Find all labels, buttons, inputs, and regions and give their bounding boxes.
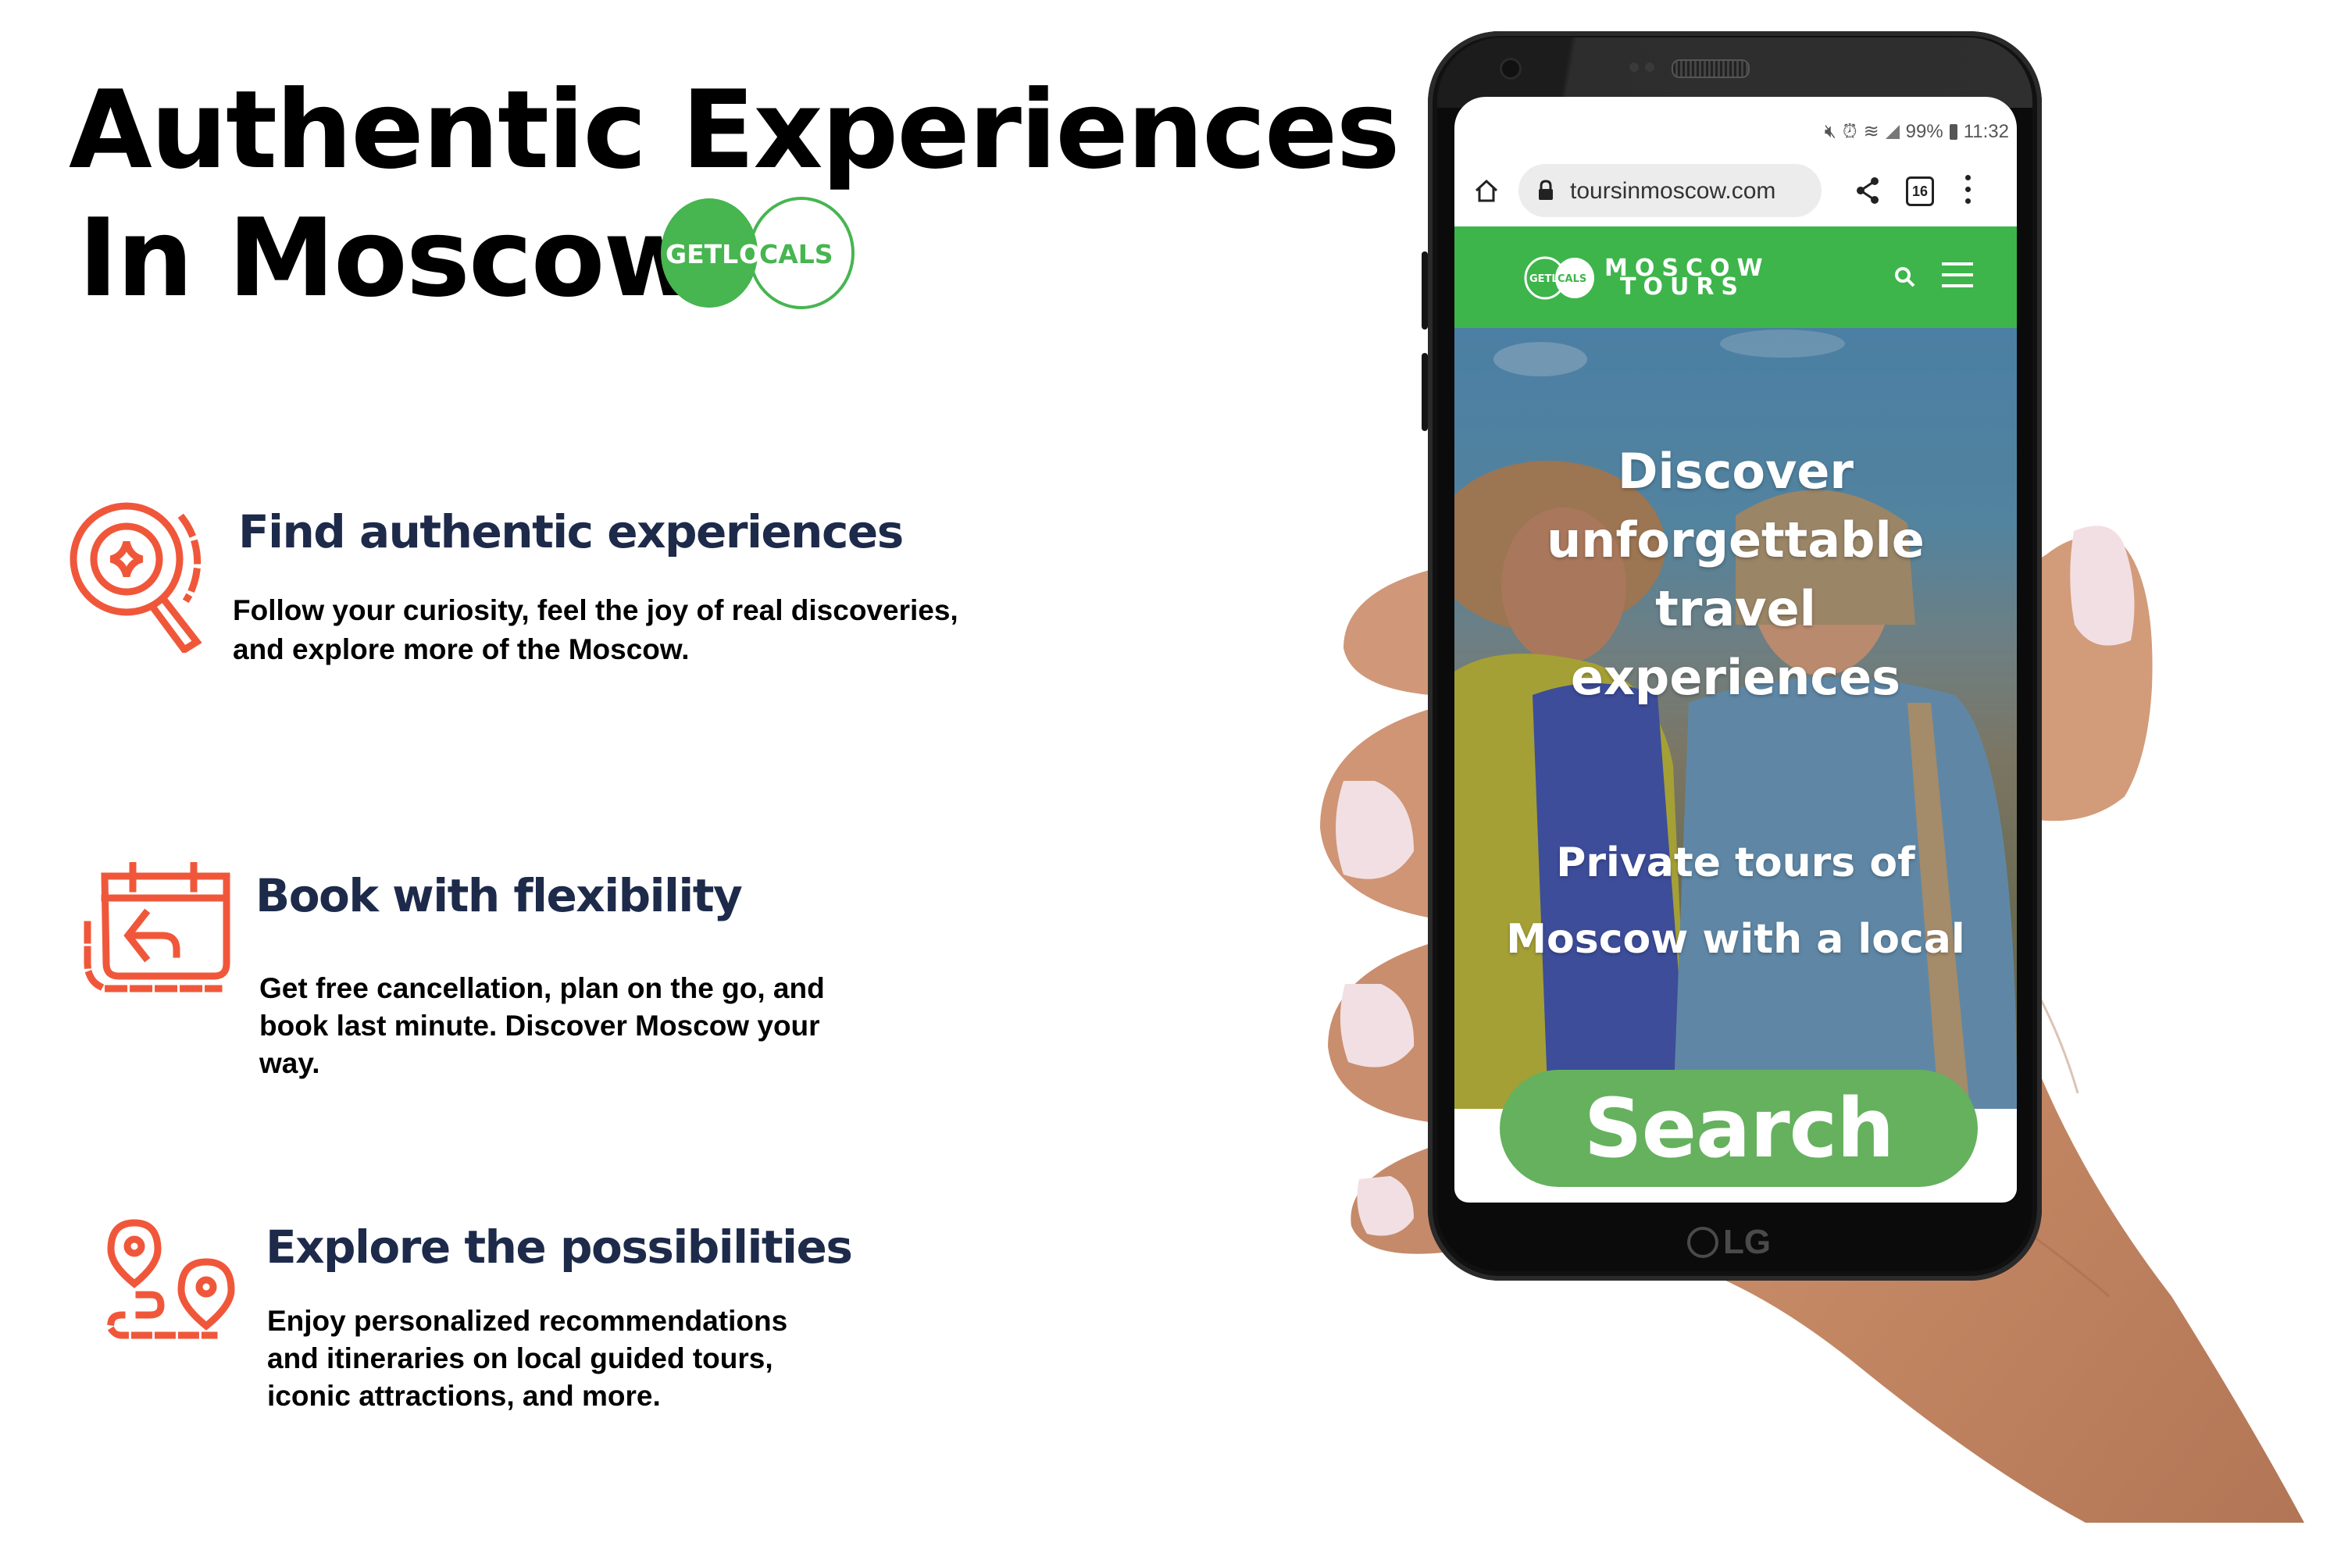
feature-body-line: Follow your curiosity, feel the joy of r… [233, 594, 958, 626]
feature-body-line: book last minute. Discover Moscow your [259, 1010, 820, 1042]
hero-title-line: unforgettable [1547, 511, 1925, 568]
site-header: GETL CALS MOSCOW TOURS [1454, 226, 2017, 328]
site-brand-line2: TOURS [1620, 273, 1746, 301]
svg-text:GETL: GETL [1529, 273, 1558, 285]
feature-heading: Book with flexibility [255, 869, 743, 922]
logo-text-mid: O [739, 239, 761, 269]
hero-banner: Discover unforgettable travel experience… [1454, 328, 2017, 1109]
feature-body-line: way. [259, 1047, 320, 1079]
feature-body-line: and itineraries on local guided tours, [267, 1342, 773, 1374]
signal-icon [1885, 124, 1900, 139]
page-title-line1: Authentic Experiences [69, 67, 1401, 193]
browser-toolbar: toursinmoscow.com 16 [1454, 155, 2017, 225]
tab-count-button[interactable]: 16 [1906, 176, 1934, 206]
feature-body-line: iconic attractions, and more. [267, 1380, 661, 1412]
url-text: toursinmoscow.com [1570, 178, 1776, 204]
lg-brand-logo: LG [1687, 1223, 1771, 1262]
site-logo[interactable]: GETL CALS [1523, 256, 1597, 300]
more-menu-icon[interactable] [1965, 175, 1972, 206]
sensor-icon [1629, 62, 1639, 72]
calendar-undo-icon [84, 862, 230, 992]
feature-heading: Explore the possibilities [266, 1221, 853, 1274]
status-bar: 🔇︎ ⏰︎ ≋ 99% 11:32 [1825, 120, 2009, 143]
front-camera-icon [1500, 58, 1522, 80]
wifi-icon: ≋ [1863, 121, 1879, 142]
battery-level: 99% [1905, 120, 1943, 142]
search-icon[interactable] [1893, 265, 1917, 289]
map-pins-route-icon [107, 1219, 235, 1339]
feature-body-line: Enjoy personalized recommendations [267, 1305, 788, 1337]
getlocals-logo: GETL O CALS [655, 195, 859, 311]
mute-icon: 🔇︎ [1824, 120, 1836, 142]
hamburger-menu-icon[interactable] [1942, 262, 1973, 289]
clock: 11:32 [1963, 120, 2009, 142]
battery-icon [1949, 123, 1957, 140]
volume-down-button [1422, 353, 1428, 431]
logo-text-left: GETL [666, 239, 738, 269]
hero-subtitle: Private tours of Moscow with a local [1454, 825, 2017, 978]
feature-body-line: Get free cancellation, plan on the go, a… [259, 972, 825, 1004]
hero-title-line: travel [1655, 580, 1816, 637]
phone-screen: 🔇︎ ⏰︎ ≋ 99% 11:32 toursinmoscow.com 16 G… [1454, 97, 2017, 1203]
feature-body-line: and explore more of the Moscow. [233, 633, 690, 665]
search-button[interactable]: Search [1500, 1070, 1978, 1187]
hero-title-line: Discover [1617, 443, 1854, 500]
hero-title-line: experiences [1570, 649, 1901, 706]
hero-title: Discover unforgettable travel experience… [1454, 437, 2017, 712]
page-title-line2: In Moscow [78, 195, 703, 321]
lg-logo-icon [1687, 1227, 1718, 1258]
lg-brand-text: LG [1723, 1223, 1772, 1261]
volume-up-button [1422, 251, 1428, 330]
lock-icon [1539, 180, 1553, 200]
svg-text:CALS: CALS [1558, 273, 1586, 285]
hero-subtitle-line: Moscow with a local [1506, 916, 1965, 963]
earpiece-speaker-icon [1672, 59, 1750, 78]
search-sparkle-icon [70, 502, 202, 653]
share-icon[interactable] [1854, 176, 1881, 205]
sensor-icon [1645, 62, 1654, 72]
home-icon[interactable] [1473, 178, 1500, 203]
feature-heading: Find authentic experiences [238, 505, 904, 558]
alarm-icon: ⏰︎ [1842, 120, 1857, 142]
address-bar[interactable]: toursinmoscow.com [1518, 164, 1822, 217]
hero-subtitle-line: Private tours of [1556, 839, 1915, 886]
logo-text-right: CALS [759, 239, 833, 269]
